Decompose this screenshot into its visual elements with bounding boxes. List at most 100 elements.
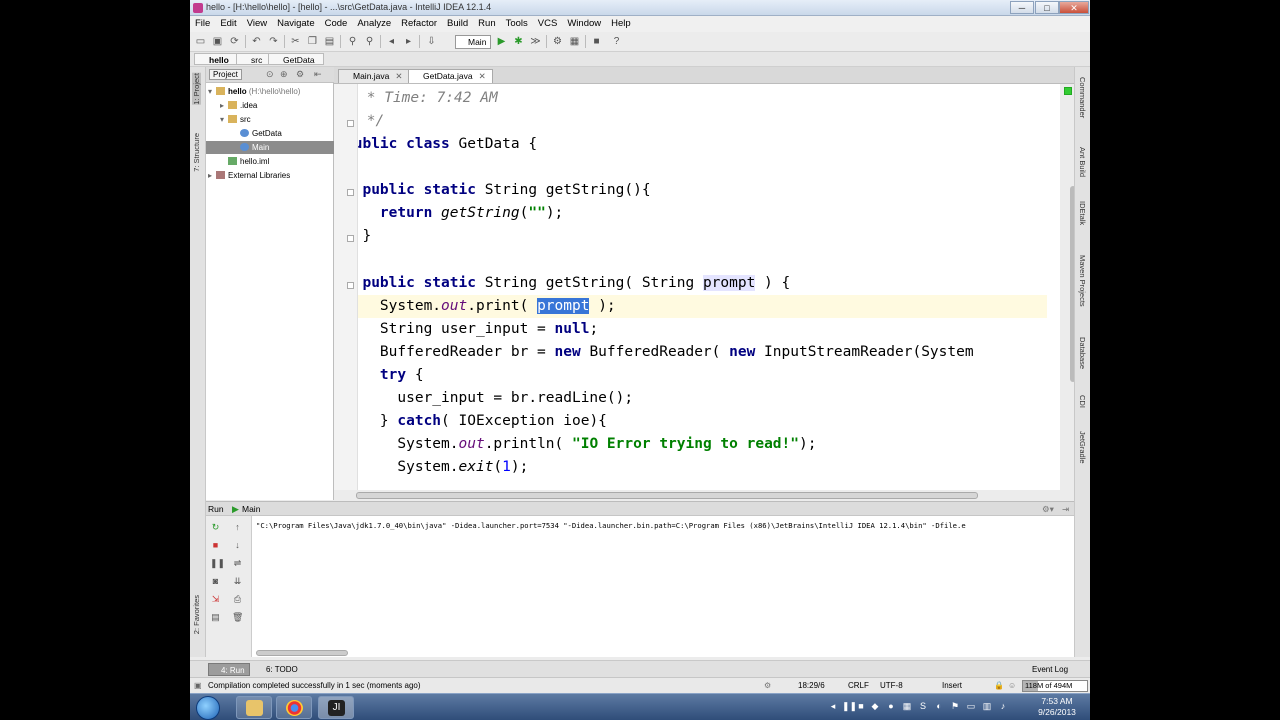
console-horizontal-scrollbar[interactable] — [256, 650, 348, 656]
find-icon[interactable]: ⚲ — [346, 35, 359, 48]
scroll-to-end-icon[interactable]: ⇊ — [232, 576, 243, 587]
breadcrumb-hello[interactable]: hello — [194, 53, 238, 65]
antivirus-icon[interactable]: ◐ — [934, 701, 944, 711]
close-tab-icon[interactable]: ✕ — [479, 71, 486, 81]
breadcrumb-src[interactable]: src — [236, 53, 272, 65]
settings-icon[interactable]: ⚙ — [551, 35, 564, 48]
menu-navigate[interactable]: Navigate — [272, 16, 320, 29]
project-view-select[interactable]: Project — [209, 69, 242, 80]
structure-tool-tab[interactable]: 7: Structure — [192, 133, 201, 172]
tree-node-src[interactable]: ▾ src — [220, 113, 251, 126]
insert-mode[interactable]: Insert — [942, 681, 962, 690]
network-status-icon[interactable]: ▥ — [982, 701, 992, 711]
tree-node-main[interactable]: Main — [206, 141, 334, 154]
menu-refactor[interactable]: Refactor — [396, 16, 442, 29]
taskbar-intellij[interactable]: JI — [318, 696, 354, 719]
breadcrumb-getdata[interactable]: GetData — [268, 53, 324, 65]
copy-icon[interactable]: ❐ — [306, 35, 319, 48]
ant-build-tool-tab[interactable]: Ant Build — [1078, 147, 1087, 177]
taskbar-chrome[interactable] — [276, 696, 312, 719]
target-icon[interactable]: ⊙ — [266, 69, 274, 80]
maven-projects-tool-tab[interactable]: Maven Projects — [1078, 255, 1087, 307]
fold-marker-icon[interactable] — [347, 235, 354, 242]
todo-tool-tab[interactable]: 6: TODO — [254, 663, 302, 676]
fold-marker-icon[interactable] — [347, 282, 354, 289]
maximize-button[interactable]: □ — [1035, 1, 1059, 14]
fold-marker-icon[interactable] — [347, 189, 354, 196]
rerun-icon[interactable]: ↻ — [210, 522, 221, 533]
run-console[interactable]: "C:\Program Files\Java\jdk1.7.0_40\bin\j… — [252, 516, 1074, 657]
menu-tools[interactable]: Tools — [501, 16, 533, 29]
close-tab-icon[interactable]: ✕ — [395, 71, 402, 81]
run-tool-tab[interactable]: 4: Run — [208, 663, 250, 676]
menu-edit[interactable]: Edit — [215, 16, 241, 29]
no-errors-indicator[interactable] — [1064, 87, 1072, 95]
menu-build[interactable]: Build — [442, 16, 473, 29]
project-structure-icon[interactable]: ▦ — [568, 35, 581, 48]
clock[interactable]: 7:53 AM 9/26/2013 — [1032, 696, 1082, 718]
tab-main-java[interactable]: Main.java ✕ — [338, 69, 410, 83]
favorites-tool-tab[interactable]: 2: Favorites — [192, 595, 201, 634]
replace-icon[interactable]: ⚲ — [363, 35, 376, 48]
run-configuration-select[interactable]: Main ▾ — [455, 35, 491, 59]
tree-node-hello-iml[interactable]: hello.iml — [228, 155, 269, 168]
jetgradle-tool-tab[interactable]: JetGradle — [1078, 431, 1087, 464]
terminal-icon[interactable]: ■ — [590, 35, 603, 48]
debug-icon[interactable]: ✱ — [512, 35, 525, 48]
database-tool-tab[interactable]: Database — [1078, 337, 1087, 369]
memory-indicator[interactable]: 118M of 494M — [1022, 680, 1088, 692]
coverage-icon[interactable]: ≫ — [529, 35, 542, 48]
menu-analyze[interactable]: Analyze — [352, 16, 396, 29]
commander-tool-tab[interactable]: Commander — [1078, 77, 1087, 118]
firefox-icon[interactable]: ● — [886, 701, 896, 711]
collapse-arrow-icon[interactable]: ▾ — [220, 113, 228, 126]
menu-run[interactable]: Run — [473, 16, 500, 29]
tree-node-getdata[interactable]: GetData — [240, 127, 282, 140]
status-toggle-icon[interactable]: ▣ — [194, 681, 202, 690]
up-arrow-icon[interactable]: ↑ — [232, 522, 243, 533]
minimize-button[interactable]: ─ — [1010, 1, 1034, 14]
inspector-icon[interactable]: ☺ — [1008, 681, 1016, 690]
run-config-tab[interactable]: Main — [242, 504, 260, 514]
network-icon[interactable]: ▦ — [902, 701, 912, 711]
down-arrow-icon[interactable]: ↓ — [232, 540, 243, 551]
redo-icon[interactable]: ↷ — [267, 35, 280, 48]
tree-node-hello[interactable]: ▾ hello (H:\hello\hello) — [208, 85, 332, 98]
file-encoding[interactable]: UTF-8 — [880, 681, 903, 690]
pause-icon[interactable]: ❚❚ — [842, 701, 857, 711]
expand-arrow-icon[interactable]: ▸ — [220, 99, 228, 112]
tab-getdata-java[interactable]: GetData.java ✕ — [408, 69, 493, 83]
help-icon[interactable]: ? — [610, 35, 623, 48]
stop-icon[interactable]: ■ — [856, 701, 866, 711]
battery-icon[interactable]: ▭ — [966, 701, 976, 711]
menu-view[interactable]: View — [242, 16, 272, 29]
run-icon[interactable]: ▶ — [495, 35, 508, 48]
menu-help[interactable]: Help — [606, 16, 636, 29]
editor-horizontal-scrollbar[interactable] — [356, 492, 978, 499]
exit-icon[interactable]: ⇲ — [210, 594, 221, 605]
make-project-icon[interactable]: ⇩ — [425, 35, 438, 48]
close-button[interactable]: ✕ — [1059, 1, 1089, 14]
fold-marker-icon[interactable] — [347, 120, 354, 127]
cut-icon[interactable]: ✂ — [289, 35, 302, 48]
project-tool-tab[interactable]: 1: Project — [192, 73, 201, 105]
idetalk-tool-tab[interactable]: IDEtalk — [1078, 201, 1087, 225]
layout-icon[interactable]: ▤ — [210, 612, 221, 623]
soft-wrap-icon[interactable]: ⇌ — [232, 558, 243, 569]
menu-code[interactable]: Code — [320, 16, 353, 29]
forward-icon[interactable]: ▸ — [402, 35, 415, 48]
synchronize-icon[interactable]: ⟳ — [228, 35, 241, 48]
tree-node-idea[interactable]: ▸ .idea — [220, 99, 257, 112]
back-icon[interactable]: ◂ — [385, 35, 398, 48]
volume-icon[interactable]: ♪ — [998, 701, 1008, 711]
hide-icon[interactable]: ⇤ — [314, 69, 322, 80]
settings-icon[interactable]: ⚙ — [764, 681, 771, 690]
expand-arrow-icon[interactable]: ▸ — [208, 169, 216, 182]
caret-position[interactable]: 18:29/6 — [798, 681, 825, 690]
cdi-tool-tab[interactable]: CDI — [1078, 395, 1087, 408]
gear-icon[interactable]: ⚙ — [296, 69, 304, 80]
undo-icon[interactable]: ↶ — [250, 35, 263, 48]
open-folder-icon[interactable]: ▭ — [194, 35, 207, 48]
line-separator[interactable]: CRLF — [848, 681, 869, 690]
menu-vcs[interactable]: VCS — [533, 16, 563, 29]
